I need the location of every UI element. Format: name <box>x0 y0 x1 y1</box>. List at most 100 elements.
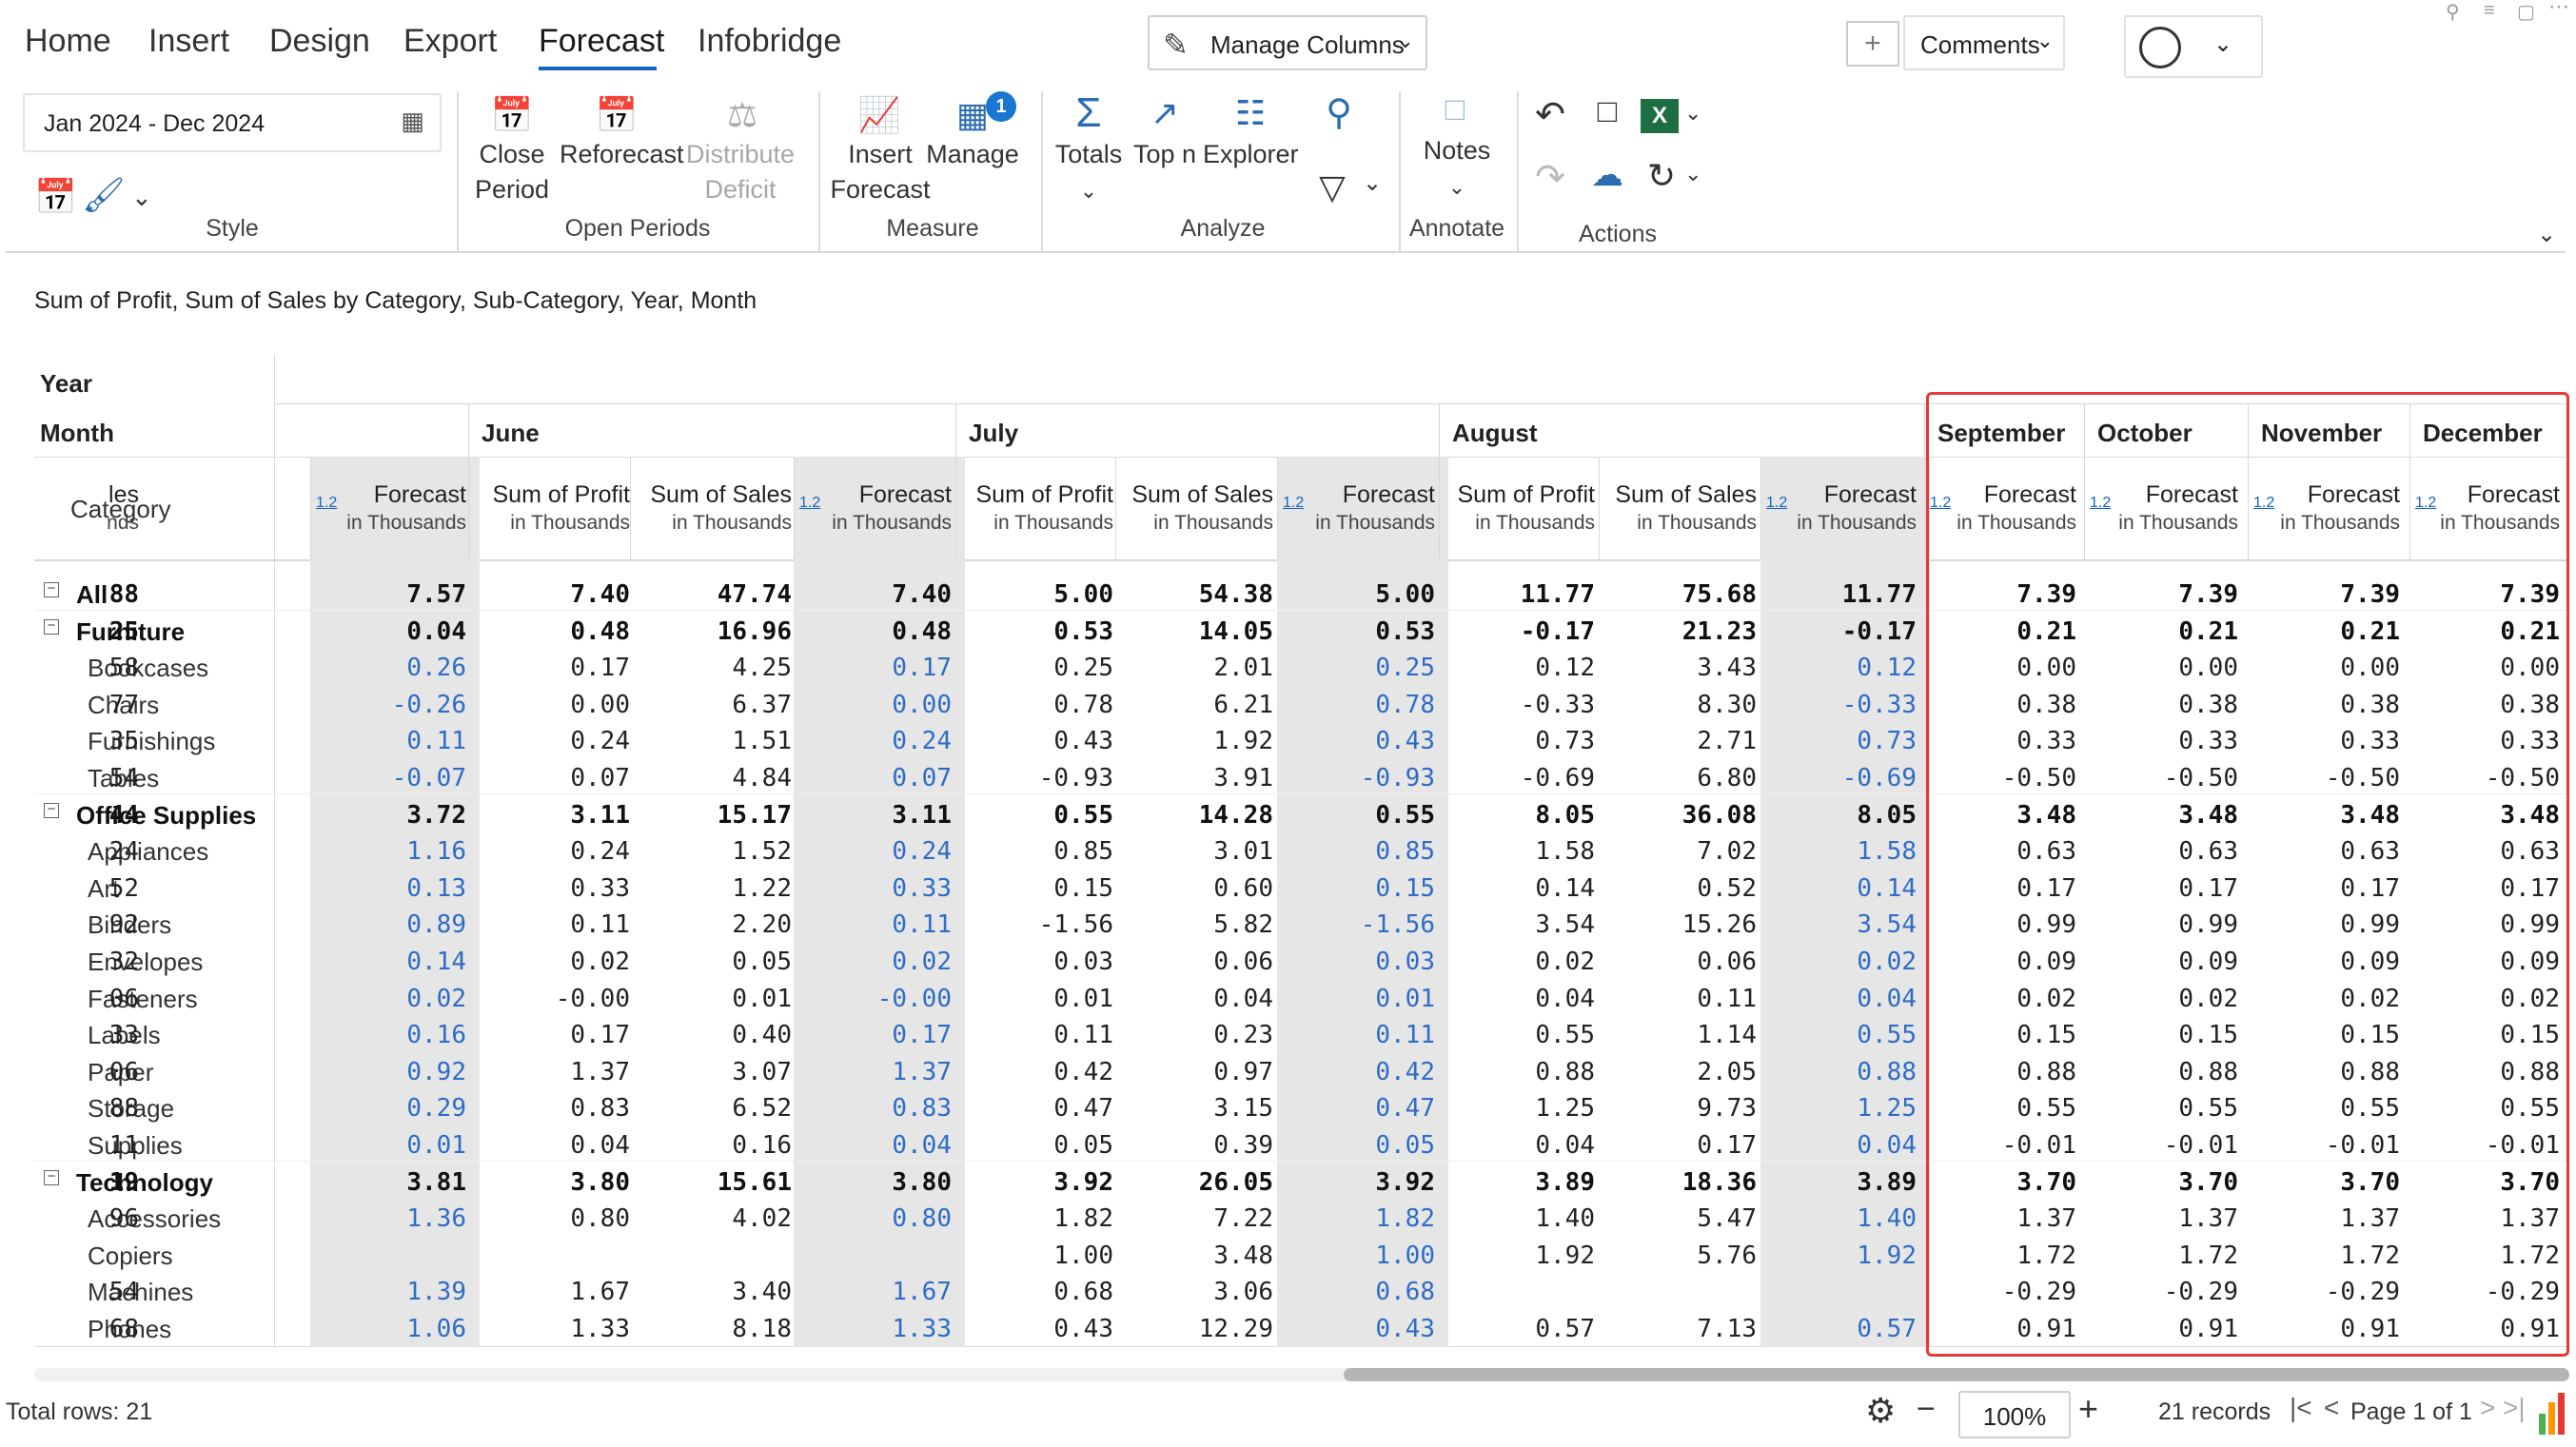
column-divider <box>955 457 956 559</box>
totals-button[interactable]: Totals ⌄ <box>1051 137 1127 208</box>
expand-icon[interactable]: ▢ <box>2517 0 2535 24</box>
table-cell: 0.24 <box>570 727 630 756</box>
column-header[interactable]: Sum of Sales <box>1102 481 1273 509</box>
add-comment-icon[interactable]: + <box>1846 21 1899 67</box>
table-cell: -0.17 <box>1520 616 1595 646</box>
table-cell: 6.80 <box>1697 764 1757 792</box>
pin-icon[interactable]: ⚲ <box>2446 0 2460 24</box>
table-cell: 0.55 <box>1535 1021 1595 1050</box>
chevron-down-icon[interactable]: ⌄ <box>1684 162 1701 186</box>
table-cell: 0.17 <box>892 1021 952 1050</box>
table-cell: 0.43 <box>1053 1315 1113 1343</box>
table-cell: 4.25 <box>732 654 792 683</box>
paint-brush-icon[interactable]: 🖌 <box>82 175 126 215</box>
table-cell: 06 <box>108 984 139 1013</box>
distribute-deficit-button[interactable]: Distribute Deficit <box>683 137 797 207</box>
top-n-button[interactable]: Top n <box>1127 137 1203 172</box>
tab-design[interactable]: Design <box>269 23 370 60</box>
funnel-icon[interactable]: ▽ <box>1311 167 1353 207</box>
chevron-down-icon[interactable]: ⌄ <box>131 183 152 212</box>
table-cell: 3.72 <box>406 800 466 830</box>
prev-page-icon[interactable]: < <box>2324 1393 2339 1423</box>
refresh-icon[interactable]: ↻ <box>1642 156 1681 196</box>
column-header[interactable]: Sum of Profit <box>942 481 1114 509</box>
zoom-input[interactable]: 100% <box>1958 1391 2071 1438</box>
calendar-lock-icon[interactable]: 📅 <box>34 177 77 217</box>
tab-forecast[interactable]: Forecast <box>539 23 664 60</box>
insert-forecast-button[interactable]: Insert Forecast <box>828 137 933 207</box>
table-cell: 0.12 <box>1535 654 1595 683</box>
first-page-icon[interactable]: |< <box>2290 1393 2312 1423</box>
close-period-button[interactable]: Close Period <box>464 137 560 207</box>
tab-export[interactable]: Export <box>403 23 497 60</box>
ribbon-bottom-border <box>6 251 2566 253</box>
table-cell: 0.89 <box>406 910 466 940</box>
decimal-format-badge[interactable]: 1.2 <box>316 495 337 512</box>
tab-insert[interactable]: Insert <box>148 23 229 60</box>
table-cell: 7.13 <box>1697 1315 1757 1343</box>
reforecast-button[interactable]: Reforecast <box>560 137 684 172</box>
settings-icon[interactable]: ⚙ <box>1865 1391 1896 1431</box>
table-cell: 0.17 <box>892 654 952 683</box>
table-cell: 0.97 <box>1213 1057 1273 1086</box>
last-page-icon[interactable]: >| <box>2503 1393 2526 1423</box>
table-cell: 0.04 <box>1535 1131 1595 1160</box>
column-header[interactable]: Sum of Profit <box>459 481 631 509</box>
column-header[interactable]: Sum of Profit <box>1424 481 1596 509</box>
date-range-picker[interactable]: Jan 2024 - Dec 2024 ▦ <box>23 93 442 152</box>
table-cell: 0.11 <box>406 727 466 756</box>
table-cell: 0.01 <box>1375 984 1435 1013</box>
tab-home[interactable]: Home <box>25 23 111 60</box>
tab-infobridge[interactable]: Infobridge <box>698 23 841 60</box>
notes-button[interactable]: Notes ⌄ <box>1414 133 1500 205</box>
explorer-button[interactable]: Explorer <box>1203 137 1299 172</box>
cloud-upload-icon[interactable]: ☁ <box>1583 156 1631 194</box>
column-divider <box>630 457 631 559</box>
table-cell: 3.11 <box>892 800 952 830</box>
brand-logo-icon <box>2535 1391 2573 1437</box>
table-cell: 0.07 <box>892 764 952 792</box>
collapse-ribbon-icon[interactable]: ⌄ <box>2537 221 2556 248</box>
redo-icon[interactable]: ↷ <box>1526 156 1574 199</box>
table-cell: 4.84 <box>732 764 792 792</box>
decimal-format-badge[interactable]: 1.2 <box>1283 495 1304 512</box>
table-cell: 7.22 <box>1213 1204 1273 1234</box>
next-page-icon[interactable]: > <box>2480 1393 2495 1423</box>
table-cell: 0.16 <box>732 1131 792 1160</box>
table-cell: 3.48 <box>1213 1241 1273 1270</box>
decimal-format-badge[interactable]: 1.2 <box>1766 495 1787 512</box>
decimal-format-badge[interactable]: 1.2 <box>799 495 820 512</box>
user-menu[interactable]: ⌄ <box>2124 15 2263 78</box>
close-period-icon: 📅 <box>490 95 534 134</box>
column-header[interactable]: les <box>34 481 139 509</box>
table-cell: 96 <box>108 1204 139 1234</box>
table-cell: 0.17 <box>1697 1131 1757 1160</box>
chevron-down-icon[interactable]: ⌄ <box>1684 101 1701 126</box>
column-header-unit: in Thousands <box>1797 512 1917 534</box>
scrollbar-thumb[interactable] <box>1344 1368 2569 1381</box>
comments-dropdown[interactable]: Comments ⌄ <box>1903 15 2065 70</box>
table-cell: 0.01 <box>1053 984 1113 1013</box>
table-cell: 0.15 <box>1375 873 1435 903</box>
table-cell: 8.05 <box>1857 800 1917 830</box>
zoom-out-icon[interactable]: − <box>1917 1391 1936 1428</box>
undo-icon[interactable]: ↶ <box>1526 93 1574 136</box>
more-icon[interactable]: ⋯ <box>2548 0 2569 19</box>
table-cell: 14.05 <box>1198 616 1273 646</box>
reforecast-icon: 📅 <box>595 95 639 134</box>
column-header[interactable]: Sum of Sales <box>1585 481 1757 509</box>
filter-icon[interactable]: ≡ <box>2484 0 2495 22</box>
column-header-unit: in Thousands <box>672 512 792 534</box>
excel-icon[interactable]: X <box>1641 99 1679 133</box>
sigma-icon: Σ <box>1075 89 1102 136</box>
ruler-icon[interactable]: □ <box>1583 93 1631 130</box>
manage-button[interactable]: Manage <box>925 137 1020 172</box>
chevron-down-icon[interactable]: ⌄ <box>1363 169 1382 197</box>
table-cell: 0.11 <box>1375 1021 1435 1050</box>
search-icon[interactable]: ⚲ <box>1315 91 1363 134</box>
manage-columns-dropdown[interactable]: ✎ Manage Columns ⌄ <box>1148 15 1427 70</box>
column-header[interactable]: Sum of Sales <box>620 481 792 509</box>
table-cell: -0.69 <box>1520 764 1595 792</box>
row-label[interactable]: Copiers <box>88 1242 173 1271</box>
zoom-in-icon[interactable]: + <box>2078 1389 2098 1429</box>
